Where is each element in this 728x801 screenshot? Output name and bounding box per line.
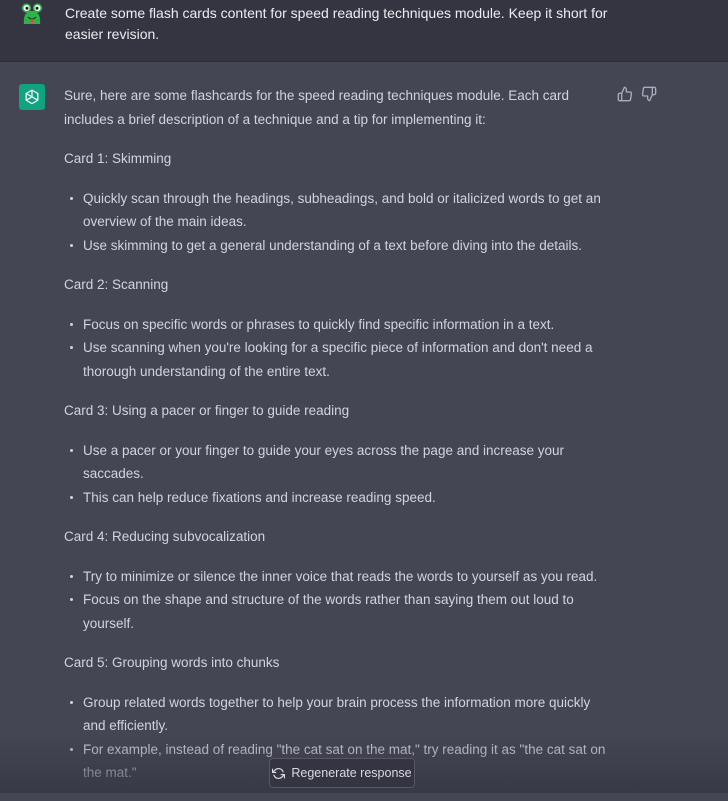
openai-logo-icon (23, 88, 41, 106)
user-message-text: Create some flash cards content for spee… (65, 5, 608, 42)
frog-avatar-icon (19, 2, 45, 28)
card-bullets: Focus on specific words or phrases to qu… (64, 313, 609, 384)
message-feedback (617, 86, 657, 102)
list-item: Quickly scan through the headings, subhe… (70, 187, 609, 234)
list-item: Use scanning when you're looking for a s… (70, 336, 609, 383)
card-title: Card 3: Using a pacer or finger to guide… (64, 403, 350, 418)
list-item: Focus on the shape and structure of the … (70, 588, 609, 635)
list-item: Focus on specific words or phrases to qu… (70, 313, 609, 337)
assistant-intro: Sure, here are some flashcards for the s… (64, 88, 570, 127)
list-item: Use skimming to get a general understand… (70, 234, 609, 258)
card-title: Card 1: Skimming (64, 151, 172, 166)
regenerate-label: Regenerate response (291, 766, 412, 780)
thumbs-down-icon[interactable] (641, 86, 657, 102)
list-item: Group related words together to help you… (70, 691, 609, 738)
card-bullets: Try to minimize or silence the inner voi… (64, 565, 609, 636)
card-title: Card 4: Reducing subvocalization (64, 529, 266, 544)
list-item: Use a pacer or your finger to guide your… (70, 439, 609, 486)
list-item: Try to minimize or silence the inner voi… (70, 565, 609, 589)
card-bullets: Quickly scan through the headings, subhe… (64, 187, 609, 258)
refresh-icon (272, 767, 286, 780)
card-bullets: Use a pacer or your finger to guide your… (64, 439, 609, 510)
list-item: This can help reduce fixations and incre… (70, 486, 609, 510)
card-title: Card 5: Grouping words into chunks (64, 655, 280, 670)
assistant-avatar (19, 84, 45, 110)
card-title: Card 2: Scanning (64, 277, 169, 292)
thumbs-up-icon[interactable] (617, 86, 633, 102)
user-message-row: Create some flash cards content for spee… (0, 0, 728, 62)
regenerate-response-button[interactable]: Regenerate response (269, 758, 415, 788)
assistant-message: Sure, here are some flashcards for the s… (64, 84, 609, 801)
